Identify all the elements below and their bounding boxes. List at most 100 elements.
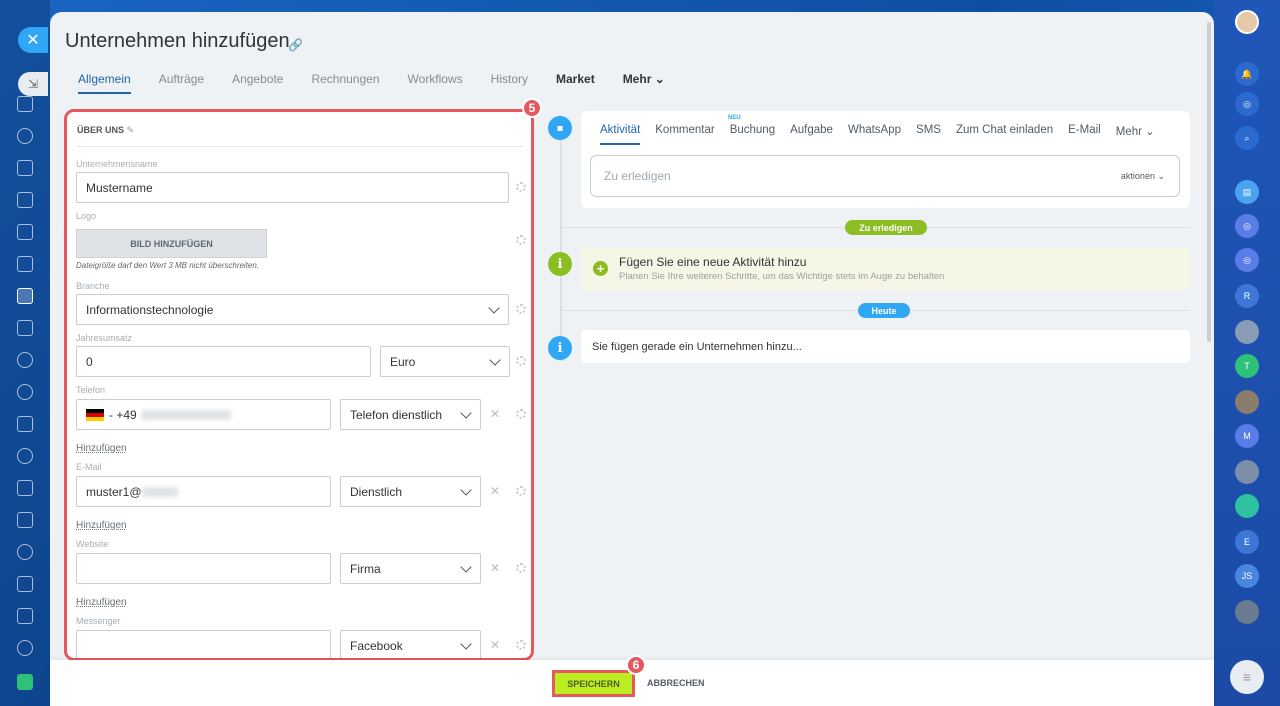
add-phone-link[interactable]: Hinzufügen xyxy=(76,443,127,454)
contact-avatar[interactable] xyxy=(1235,600,1259,624)
task-icon[interactable] xyxy=(17,224,33,240)
sites-icon[interactable] xyxy=(17,384,33,400)
store-icon[interactable] xyxy=(17,608,33,624)
industry-label: Branche xyxy=(76,281,110,291)
menu-button[interactable]: ≡ xyxy=(1230,660,1264,694)
save-button[interactable]: SPEICHERN xyxy=(552,670,635,697)
messenger-type-select[interactable]: Facebook xyxy=(340,630,481,658)
field-settings-icon[interactable] xyxy=(516,304,526,314)
analytics-icon[interactable] xyxy=(17,480,33,496)
drive-icon[interactable] xyxy=(17,256,33,272)
actions-dropdown[interactable]: aktionen ⌄ xyxy=(1121,171,1165,182)
email-input[interactable]: muster1@ xyxy=(76,476,331,507)
contacts-icon[interactable] xyxy=(17,352,33,368)
contact-avatar[interactable] xyxy=(1235,460,1259,484)
chat-group-avatar[interactable]: ▤ xyxy=(1235,180,1259,204)
field-settings-icon[interactable] xyxy=(516,563,526,573)
channel-avatar[interactable]: ◎ xyxy=(1235,248,1259,272)
remove-icon[interactable]: ✕ xyxy=(490,407,500,421)
mail-icon[interactable] xyxy=(17,320,33,336)
divider xyxy=(77,146,523,147)
tab-history[interactable]: History xyxy=(491,72,528,94)
robot-icon[interactable] xyxy=(17,576,33,592)
contact-avatar[interactable]: T xyxy=(1235,354,1259,378)
notification-icon[interactable]: 🔔 xyxy=(1235,62,1259,86)
website-type-select[interactable]: Firma xyxy=(340,553,481,584)
phone-input[interactable]: - +49 xyxy=(76,399,331,430)
tab-angebote[interactable]: Angebote xyxy=(232,72,283,94)
contact-avatar[interactable] xyxy=(1235,494,1259,518)
tab-email[interactable]: E-Mail xyxy=(1068,124,1101,145)
automation-icon[interactable] xyxy=(17,544,33,560)
tab-whatsapp[interactable]: WhatsApp xyxy=(848,124,901,145)
feed-icon[interactable] xyxy=(17,96,33,112)
field-settings-icon[interactable] xyxy=(516,409,526,419)
blurred-email-domain xyxy=(141,486,178,497)
tab-more[interactable]: Mehr ⌄ xyxy=(1116,124,1155,145)
todo-pill: Zu erledigen xyxy=(845,220,927,235)
contact-avatar[interactable]: JS xyxy=(1235,564,1259,588)
tab-allgemein[interactable]: Allgemein xyxy=(78,72,131,94)
messenger-input[interactable] xyxy=(76,630,331,658)
goals-icon[interactable] xyxy=(17,448,33,464)
field-settings-icon[interactable] xyxy=(516,640,526,650)
tab-comment[interactable]: Kommentar xyxy=(655,124,714,145)
user-avatar[interactable] xyxy=(1235,10,1259,34)
edit-pencil-icon[interactable]: ✎ xyxy=(127,125,135,135)
close-button[interactable]: ✕ xyxy=(18,27,48,53)
remove-icon[interactable]: ✕ xyxy=(490,561,500,575)
channel-avatar[interactable]: ◎ xyxy=(1235,214,1259,238)
pulse-icon[interactable]: ◎ xyxy=(1235,92,1259,116)
settings-icon[interactable] xyxy=(17,640,33,656)
right-bar: 🔔 ◎ ⌕ ▤ ◎ ◎ R T M E JS ≡ xyxy=(1214,0,1280,706)
document-icon[interactable] xyxy=(17,192,33,208)
tab-task[interactable]: Aufgabe xyxy=(790,124,833,145)
plus-icon[interactable]: + xyxy=(593,261,608,276)
contact-avatar[interactable]: M xyxy=(1235,424,1259,448)
tab-sms[interactable]: SMS xyxy=(916,124,941,145)
tab-market[interactable]: Market xyxy=(556,72,595,94)
crm-icon[interactable] xyxy=(17,288,33,304)
search-icon[interactable]: ⌕ xyxy=(1235,126,1259,150)
tab-invite-chat[interactable]: Zum Chat einladen xyxy=(956,124,1053,145)
scrollbar[interactable] xyxy=(1207,22,1211,342)
website-input[interactable] xyxy=(76,553,331,584)
email-type-select[interactable]: Dienstlich xyxy=(340,476,481,507)
contact-avatar[interactable]: R xyxy=(1235,284,1259,308)
market-icon[interactable] xyxy=(17,674,33,690)
tab-auftraege[interactable]: Aufträge xyxy=(159,72,204,94)
calendar-icon[interactable] xyxy=(17,160,33,176)
revenue-input[interactable]: 0 xyxy=(76,346,371,377)
shop-icon[interactable] xyxy=(17,512,33,528)
board-icon[interactable] xyxy=(17,416,33,432)
remove-icon[interactable]: ✕ xyxy=(490,484,500,498)
contact-avatar[interactable] xyxy=(1235,320,1259,344)
contact-avatar[interactable]: E xyxy=(1235,530,1259,554)
minimize-button[interactable]: ⇲ xyxy=(18,72,48,96)
tab-booking[interactable]: Buchung xyxy=(730,124,775,145)
tab-more[interactable]: Mehr ⌄ xyxy=(623,72,665,94)
link-icon[interactable]: 🔗 xyxy=(288,38,303,52)
phone-type-select[interactable]: Telefon dienstlich xyxy=(340,399,481,430)
field-settings-icon[interactable] xyxy=(516,356,526,366)
add-image-button[interactable]: BILD HINZUFÜGEN xyxy=(76,229,267,258)
chat-icon[interactable] xyxy=(17,128,33,144)
field-settings-icon[interactable] xyxy=(516,486,526,496)
add-email-link[interactable]: Hinzufügen xyxy=(76,520,127,531)
germany-flag-icon[interactable] xyxy=(86,408,104,421)
add-website-link[interactable]: Hinzufügen xyxy=(76,597,127,608)
cancel-button[interactable]: ABBRECHEN xyxy=(647,678,705,688)
contact-avatar[interactable] xyxy=(1235,390,1259,414)
info-icon: i xyxy=(548,336,572,360)
company-name-input[interactable]: Mustername xyxy=(76,172,509,203)
tab-workflows[interactable]: Workflows xyxy=(408,72,463,94)
todo-input[interactable]: Zu erledigen aktionen ⌄ xyxy=(590,155,1180,197)
industry-select[interactable]: Informationstechnologie xyxy=(76,294,509,325)
field-settings-icon[interactable] xyxy=(516,182,526,192)
todo-card[interactable]: + Fügen Sie eine neue Aktivität hinzu Pl… xyxy=(581,248,1190,290)
remove-icon[interactable]: ✕ xyxy=(490,638,500,652)
tab-rechnungen[interactable]: Rechnungen xyxy=(311,72,379,94)
currency-select[interactable]: Euro xyxy=(380,346,510,377)
tab-activity[interactable]: Aktivität xyxy=(600,124,641,145)
field-settings-icon[interactable] xyxy=(516,235,526,245)
